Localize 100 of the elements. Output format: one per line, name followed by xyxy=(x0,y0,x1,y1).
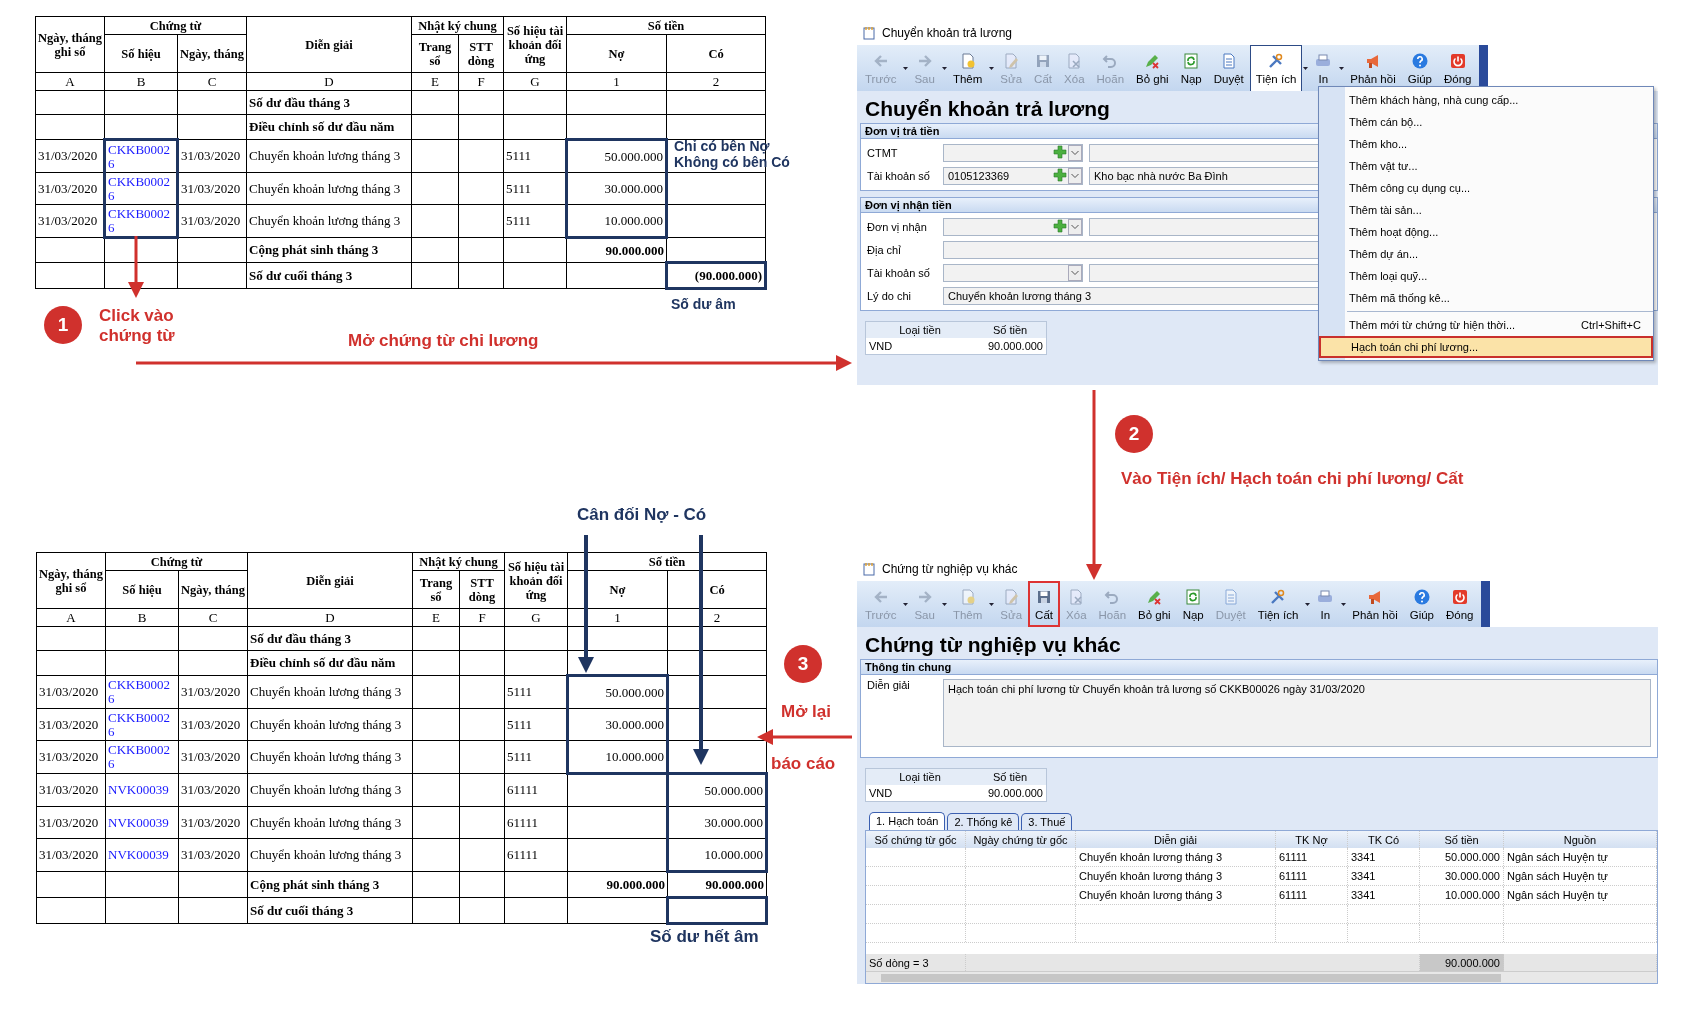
column-header: Nợ xyxy=(567,570,668,609)
combo-field[interactable] xyxy=(943,218,1083,236)
menu-item[interactable]: Thêm mới từ chứng từ hiện thời... Ctrl+Shift+C xyxy=(1319,314,1653,336)
column-header: Loại tiền xyxy=(866,322,974,338)
menu-item[interactable]: Thêm công cụ dụng cụ... xyxy=(1319,177,1653,199)
caret-icon[interactable] xyxy=(1305,602,1311,606)
table-cell: 50.000.000 xyxy=(566,139,667,173)
tab[interactable]: 3. Thuế xyxy=(1021,813,1073,830)
dropdown-icon[interactable] xyxy=(1068,168,1082,184)
help-icon xyxy=(1410,51,1429,70)
table-cell-text: 90.000.000 xyxy=(986,339,1044,354)
window-title: Chuyển khoản trả lương xyxy=(882,25,1012,40)
scrollbar[interactable] xyxy=(866,971,1657,983)
table-cell-text: VND xyxy=(868,786,894,801)
annotation-text: Số dư hết âm xyxy=(650,927,759,947)
power-icon xyxy=(1450,587,1469,606)
caret-icon[interactable] xyxy=(1341,602,1347,606)
toolbar-button[interactable]: In xyxy=(1310,581,1341,627)
table-cell: Chuyển khoản lương tháng 3 xyxy=(246,204,412,238)
table-cell: 30.000.000 xyxy=(667,806,767,839)
combo-field[interactable] xyxy=(943,144,1083,162)
plus-icon[interactable] xyxy=(1053,219,1067,233)
column-header: Số hiệu xyxy=(104,34,178,73)
toolbar-button[interactable]: Duyệt xyxy=(1207,45,1250,91)
toolbar-button[interactable]: Giúp xyxy=(1403,581,1440,627)
menu-item[interactable]: Thêm dự án... xyxy=(1319,243,1653,265)
toolbar-button[interactable]: Phản hồi xyxy=(1346,581,1404,627)
menu-item[interactable]: Hạch toán chi phí lương... xyxy=(1319,336,1653,358)
table-cell: 31/03/2020 xyxy=(178,708,248,741)
column-header: Có xyxy=(666,34,766,73)
table-cell: 10.000.000 xyxy=(1420,886,1504,904)
refresh-icon xyxy=(1182,51,1201,70)
dropdown-icon[interactable] xyxy=(1068,219,1082,235)
toolbar-button[interactable]: Thêm xyxy=(946,45,989,91)
tab[interactable]: 2. Thống kê xyxy=(947,813,1020,830)
toolbar-button[interactable]: Nạp xyxy=(1176,581,1210,627)
annotation-text: Cân đối Nợ - Có xyxy=(577,505,707,525)
text-area[interactable]: Hạch toán chi phí lương từ Chuyển khoản trả lương số CKKB00026 ngày 31/03/2020 xyxy=(943,679,1651,747)
table-cell: (90.000.000) xyxy=(666,262,766,289)
toolbar-button[interactable]: In xyxy=(1308,45,1339,91)
table-cell: Chuyển khoản lương tháng 3 xyxy=(247,773,413,807)
column-header: Số hiệu tài khoản đối ứng xyxy=(504,552,568,609)
table-cell: Số dư đầu tháng 3 xyxy=(247,626,413,651)
table-cell: Chuyển khoản lương tháng 3 xyxy=(247,708,413,741)
table-cell: Cộng phát sinh tháng 3 xyxy=(246,237,412,263)
column-header: Số chứng từ gốc xyxy=(866,831,966,848)
total-cell: 90.000.000 xyxy=(1420,954,1504,971)
menu-item[interactable]: Thêm khách hàng, nhà cung cấp... xyxy=(1319,89,1653,111)
combo-field[interactable] xyxy=(943,264,1083,282)
caret-icon[interactable] xyxy=(1303,66,1309,70)
dropdown-icon[interactable] xyxy=(1068,145,1082,161)
toolbar-button[interactable]: Đóng xyxy=(1440,581,1480,627)
toolbar-button[interactable]: Nạp xyxy=(1174,45,1208,91)
table-cell: Chuyển khoản lương tháng 3 xyxy=(1076,848,1276,866)
table-cell: 10.000.000 xyxy=(667,838,767,872)
column-header: Ngày chứng từ gốc xyxy=(966,831,1076,848)
table-cell: 31/03/2020 xyxy=(178,675,248,709)
table-cell: 90.000.000 xyxy=(566,237,667,263)
toolbar-button[interactable]: Tiện ích xyxy=(1249,45,1303,91)
caret-icon[interactable] xyxy=(989,66,995,70)
toolbar-button[interactable]: Bỏ ghi xyxy=(1132,581,1177,627)
column-letter: 2 xyxy=(666,72,766,91)
toolbar-button[interactable]: Tiện ích xyxy=(1251,581,1305,627)
combo-field[interactable]: 0105123369 xyxy=(943,167,1083,185)
column-header: Trang sổ xyxy=(412,570,460,609)
menu-item[interactable]: Thêm loại quỹ... xyxy=(1319,265,1653,287)
table-cell: 31/03/2020 xyxy=(177,139,247,173)
table-cell: 31/03/2020 xyxy=(35,172,105,205)
column-header: Loại tiền xyxy=(866,769,974,785)
column-letter: C xyxy=(177,72,247,91)
table-cell: 50.000.000 xyxy=(567,675,668,709)
table-cell: Ngân sách Huyện tự xyxy=(1504,867,1657,885)
table-cell: 31/03/2020 xyxy=(178,838,248,872)
window-icon xyxy=(863,25,876,40)
table-cell: 31/03/2020 xyxy=(36,773,106,807)
toolbar-button[interactable]: Cất xyxy=(1028,581,1061,627)
toolbar-button[interactable]: Phản hồi xyxy=(1344,45,1402,91)
table-cell: 61111 xyxy=(504,773,568,807)
plus-icon[interactable] xyxy=(1053,168,1067,182)
table-cell: 31/03/2020 xyxy=(178,740,248,774)
document-link[interactable]: CKKB00026 xyxy=(108,174,174,203)
table-cell: Chuyển khoản lương tháng 3 xyxy=(247,806,413,839)
menu-item[interactable]: Thêm hoạt động... xyxy=(1319,221,1653,243)
table-cell: 31/03/2020 xyxy=(177,172,247,205)
caret-icon[interactable] xyxy=(1339,66,1345,70)
column-header: Chứng từ xyxy=(104,16,247,35)
column-header: Nợ xyxy=(566,34,667,73)
tab[interactable]: 1. Hạch toán xyxy=(869,812,946,830)
annotation-text: Mở chứng từ chi lương xyxy=(348,331,539,351)
menu-item[interactable]: Thêm vật tư... xyxy=(1319,155,1653,177)
column-letter: E xyxy=(411,72,459,91)
document-link[interactable]: CKKB00026 xyxy=(108,206,174,235)
toolbar-button[interactable]: Bỏ ghi xyxy=(1130,45,1175,91)
document-link[interactable]: CKKB00026 xyxy=(108,142,174,171)
column-header: Nguồn xyxy=(1504,831,1657,848)
table-cell: 31/03/2020 xyxy=(35,204,105,238)
table-cell: 61111 xyxy=(1276,867,1348,885)
column-header: Số tiền xyxy=(567,552,767,571)
dropdown-icon[interactable] xyxy=(1068,265,1082,281)
plus-icon[interactable] xyxy=(1053,145,1067,159)
